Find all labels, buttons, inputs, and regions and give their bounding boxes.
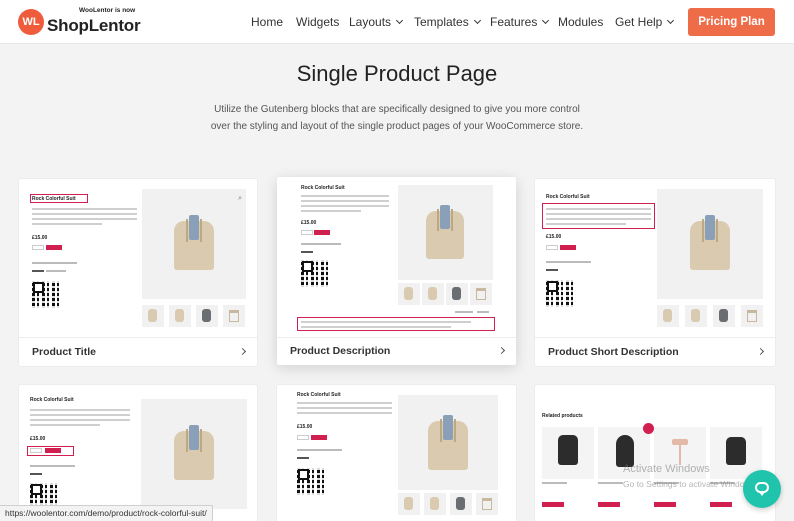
chevron-down-icon	[542, 16, 550, 25]
windows-activation-watermark: Activate Windows	[623, 463, 710, 475]
nav-layouts[interactable]: Layouts	[349, 0, 404, 44]
preview-product-name: Rock Colorful Suit	[30, 397, 74, 403]
nav-widgets[interactable]: Widgets	[296, 0, 339, 44]
nav-label: Widgets	[296, 15, 340, 29]
card-preview: Rock Colorful Suit £15.00	[19, 385, 257, 521]
nav-label: Layouts	[349, 15, 392, 29]
nav-templates[interactable]: Templates	[414, 0, 481, 44]
card-product-short-description[interactable]: Rock Colorful Suit £15.00 Product Short …	[535, 179, 775, 366]
preview-price: £15.00	[30, 436, 46, 442]
preview-price: £15.00	[32, 235, 48, 241]
nav-label: Templates	[414, 15, 469, 29]
logo-mark: WL	[18, 9, 44, 35]
windows-activation-hint: Go to Settings to activate Windows.	[623, 479, 758, 489]
site-header: WL WooLentor is now ShopLentor Home Widg…	[0, 0, 794, 44]
qr-code	[301, 260, 328, 287]
nav-features[interactable]: Features	[490, 0, 550, 44]
card-preview: Rock Colorful Suit £15.00 ⌕	[19, 179, 257, 337]
nav-label: Get Help	[615, 15, 663, 29]
chevron-right-icon	[238, 347, 247, 356]
chevron-right-icon	[756, 347, 765, 356]
logo-tagline: WooLentor is now	[79, 7, 136, 14]
nav-label: Features	[490, 15, 538, 29]
qr-code	[32, 281, 59, 308]
preview-price: £15.00	[546, 234, 562, 240]
chevron-down-icon	[667, 16, 675, 25]
chat-button[interactable]	[743, 470, 781, 508]
link-status-bar: https://woolentor.com/demo/product/rock-…	[0, 505, 213, 521]
product-image	[398, 185, 493, 280]
highlight-box	[297, 317, 495, 331]
card-preview: Related products	[535, 385, 775, 521]
card-product-description[interactable]: Rock Colorful Suit £15.00 Product Descri…	[277, 177, 516, 365]
preview-product-name: Rock Colorful Suit	[301, 185, 345, 191]
card-label: Product Short Description	[548, 346, 679, 358]
shoplentor-logo[interactable]: WL WooLentor is now ShopLentor	[18, 7, 143, 37]
card-product-quantity[interactable]: Rock Colorful Suit £15.00	[19, 385, 257, 521]
product-image	[657, 189, 763, 299]
card-preview: Rock Colorful Suit £15.00	[277, 385, 516, 521]
chevron-down-icon	[395, 16, 404, 25]
nav-label: Modules	[558, 15, 604, 29]
preview-product-name: Rock Colorful Suit	[546, 194, 590, 200]
qr-code	[546, 280, 573, 307]
nav-modules[interactable]: Modules	[558, 0, 603, 44]
pricing-plan-button[interactable]: Pricing Plan	[688, 8, 775, 36]
nav-label: Home	[251, 15, 284, 29]
nav-home[interactable]: Home	[251, 0, 283, 44]
product-image	[141, 399, 247, 509]
chat-icon	[755, 482, 769, 496]
card-related-products[interactable]: Related products	[535, 385, 775, 521]
chevron-down-icon	[473, 16, 481, 25]
page-title: Single Product Page	[296, 61, 498, 86]
product-image: ⌕	[142, 189, 246, 299]
card-preview: Rock Colorful Suit £15.00	[277, 177, 516, 335]
chevron-right-icon	[497, 346, 506, 355]
preview-product-name: Rock Colorful Suit	[32, 196, 76, 202]
card-label: Product Description	[290, 345, 391, 357]
nav-get-help[interactable]: Get Help	[615, 0, 675, 44]
card-label: Product Title	[32, 346, 96, 358]
preview-price: £15.00	[301, 220, 317, 226]
highlight-box	[542, 203, 655, 229]
card-product-title[interactable]: Rock Colorful Suit £15.00 ⌕ Product Titl…	[19, 179, 257, 366]
preview-product-name: Rock Colorful Suit	[297, 392, 341, 398]
card-product-meta[interactable]: Rock Colorful Suit £15.00	[277, 385, 516, 521]
card-preview: Rock Colorful Suit £15.00	[535, 179, 775, 337]
qr-code	[297, 468, 324, 495]
search-icon: ⌕	[238, 195, 242, 202]
product-image	[398, 395, 498, 490]
logo-name: ShopLentor	[47, 16, 141, 35]
page-subtitle: Utilize the Gutenberg blocks that are sp…	[210, 104, 584, 132]
related-products-title: Related products	[542, 413, 583, 419]
preview-price: £15.00	[297, 424, 313, 430]
